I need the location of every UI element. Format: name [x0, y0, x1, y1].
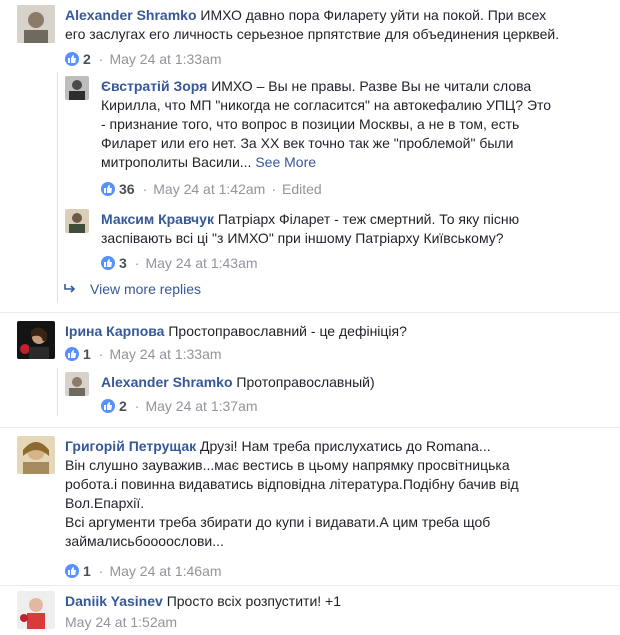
comment-text: Протоправославный) [236, 374, 375, 390]
author-name[interactable]: Максим Кравчук [101, 211, 214, 227]
comment-body: Євстратій Зоря ИМХО – Вы не правы. Разве… [101, 77, 601, 172]
comment-text: Друзі! Нам треба прислухатись до Romana.… [200, 438, 491, 454]
timestamp[interactable]: May 24 at 1:52am [65, 614, 177, 630]
comment-text: Всі аргументи треба збирати до купи і ви… [65, 514, 491, 530]
comment-meta: 2 · May 24 at 1:33am [65, 51, 222, 67]
avatar[interactable] [17, 591, 55, 629]
comment-text: ИМХО – Вы не правы. Разве Вы не читали с… [211, 78, 532, 94]
thumbs-up-icon[interactable] [101, 182, 115, 196]
thread-line [57, 368, 58, 416]
thumbs-up-icon[interactable] [65, 52, 79, 66]
view-more-replies[interactable]: View more replies [63, 281, 201, 297]
author-name[interactable]: Євстратій Зоря [101, 78, 207, 94]
like-count[interactable]: 1 [83, 346, 91, 362]
comment-text: Патріарх Філарет - теж смертний. То яку … [217, 211, 520, 227]
comment-body: Daniik Yasinev Просто всіх розпустити! +… [65, 592, 605, 611]
author-name[interactable]: Ірина Карпова [65, 323, 164, 339]
avatar[interactable] [17, 5, 55, 43]
comment-text: его заслугах его личность серьезное прпя… [65, 26, 560, 42]
comment-body: Григорій Петрущак Друзі! Нам треба присл… [65, 437, 605, 551]
comment-meta: 36 · May 24 at 1:42am · Edited [101, 181, 322, 197]
comment-text: робота.і повинна видаватись відповідна л… [65, 476, 519, 492]
avatar[interactable] [65, 209, 89, 233]
avatar[interactable] [17, 321, 55, 359]
avatar[interactable] [17, 436, 55, 474]
author-name[interactable]: Alexander Shramko [101, 374, 233, 390]
thumbs-up-icon[interactable] [65, 347, 79, 361]
comment-text: Він слушно зауважив...має вестись в цьом… [65, 457, 510, 473]
divider [0, 312, 620, 313]
timestamp[interactable]: May 24 at 1:37am [145, 398, 257, 414]
like-count[interactable]: 2 [119, 398, 127, 414]
comment-body: Максим Кравчук Патріарх Філарет - теж см… [101, 210, 601, 248]
comment-meta: May 24 at 1:52am [65, 614, 177, 630]
timestamp[interactable]: May 24 at 1:42am [153, 181, 265, 197]
comment-meta: 3 · May 24 at 1:43am [101, 255, 258, 271]
author-name[interactable]: Alexander Shramko [65, 7, 197, 23]
comment-text: заспівають всі ці "з ИМХО" при іншому Па… [101, 230, 504, 246]
edited-label[interactable]: Edited [282, 181, 322, 197]
timestamp[interactable]: May 24 at 1:33am [109, 346, 221, 362]
comment-text: митрополиты Васили... [101, 154, 252, 170]
divider [0, 585, 620, 586]
comment-body: Ірина Карпова Простоправославний - це де… [65, 322, 605, 341]
thumbs-up-icon[interactable] [101, 256, 115, 270]
comment-text: - признание того, что вопрос в позиции М… [101, 116, 520, 132]
comment-meta: 2 · May 24 at 1:37am [101, 398, 258, 414]
view-more-label[interactable]: View more replies [90, 281, 201, 297]
author-name[interactable]: Григорій Петрущак [65, 438, 196, 454]
like-count[interactable]: 1 [83, 563, 91, 579]
timestamp[interactable]: May 24 at 1:46am [109, 563, 221, 579]
comment-body: Alexander Shramko ИМХО давно пора Филаре… [65, 6, 605, 44]
like-count[interactable]: 2 [83, 51, 91, 67]
avatar[interactable] [65, 76, 89, 100]
thumbs-up-icon[interactable] [65, 564, 79, 578]
author-name[interactable]: Daniik Yasinev [65, 593, 163, 609]
like-count[interactable]: 3 [119, 255, 127, 271]
comment-text: Филарет или его нет. За XX век точно так… [101, 135, 514, 151]
reply-arrow-icon [64, 284, 76, 293]
comment-text: Вол.Епархії. [65, 495, 145, 511]
thread-line [57, 72, 58, 302]
timestamp[interactable]: May 24 at 1:43am [145, 255, 257, 271]
timestamp[interactable]: May 24 at 1:33am [109, 51, 221, 67]
comment-text: Кирилла, что МП "никогда не согласится" … [101, 97, 552, 113]
comment-text: Простоправославний - це дефініція? [168, 323, 407, 339]
like-count[interactable]: 36 [119, 181, 135, 197]
comment-text: займалисьбоооослови... [65, 533, 224, 549]
avatar[interactable] [65, 372, 89, 396]
thumbs-up-icon[interactable] [101, 399, 115, 413]
comment-meta: 1 · May 24 at 1:33am [65, 346, 222, 362]
comment-meta: 1 · May 24 at 1:46am [65, 563, 222, 579]
comment-text: Просто всіх розпустити! +1 [166, 593, 342, 609]
divider [0, 427, 620, 428]
comment-body: Alexander Shramko Протоправославный) [101, 373, 601, 392]
comment-text: ИМХО давно пора Филарету уйти на покой. … [200, 7, 547, 23]
see-more-link[interactable]: See More [255, 154, 316, 170]
